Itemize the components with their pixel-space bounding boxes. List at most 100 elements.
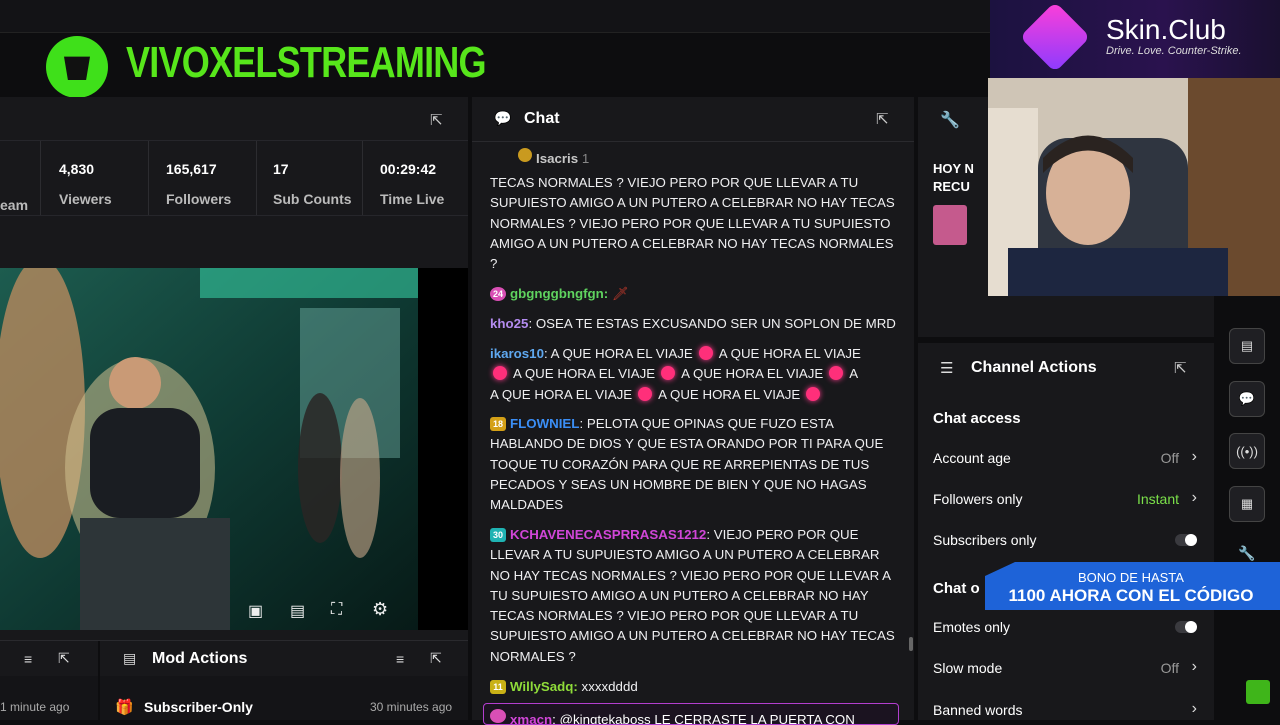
sub-count-label: Sub Counts bbox=[273, 191, 352, 207]
chat-message: 30 KCHAVENECASPRRASAS1212: VIEJO PERO POR… bbox=[490, 525, 900, 667]
chat-message: 18 FLOWNIEL: PELOTA QUE OPINAS QUE FUZO E… bbox=[490, 414, 900, 515]
slow-mode-row[interactable]: Slow mode Off › bbox=[933, 658, 1201, 676]
chat-bubble-icon[interactable]: 💬 bbox=[1229, 381, 1265, 417]
sub-badge: 18 bbox=[490, 417, 506, 431]
chevron-right-icon: › bbox=[1191, 489, 1197, 506]
sponsor-banner: Skin.Club Drive. Love. Counter-Strike. bbox=[990, 0, 1280, 78]
row-value: Off bbox=[1160, 450, 1179, 466]
skinclub-logo-icon bbox=[1019, 1, 1091, 73]
chat-text: : @kingtekaboss LE CERRASTE LA PUERTA CO… bbox=[552, 712, 855, 725]
row-value: Instant bbox=[1136, 491, 1179, 507]
webcam-feed bbox=[988, 78, 1280, 296]
promo-line2: 1100 AHORA CON EL CÓDIGO bbox=[1008, 586, 1254, 605]
chat-access-heading: Chat access bbox=[933, 410, 1021, 427]
sub-badge: 11 bbox=[490, 680, 506, 694]
fire-emote-icon bbox=[698, 346, 713, 360]
popout-icon[interactable]: ⇱ bbox=[1174, 359, 1187, 377]
stream-stats: eam 4,830 Viewers 165,617 Followers 17 S… bbox=[0, 140, 468, 216]
wrench-icon[interactable]: 🔧 bbox=[940, 110, 960, 130]
wrench-icon[interactable]: 🔧 bbox=[1238, 545, 1255, 562]
emotes-only-toggle[interactable] bbox=[1175, 621, 1197, 633]
settings-icon[interactable]: ⚙ bbox=[372, 599, 388, 620]
fire-emote-icon bbox=[638, 386, 653, 401]
chevron-right-icon: › bbox=[1191, 700, 1197, 717]
row-label: Subscribers only bbox=[933, 532, 1037, 548]
row-value: Off bbox=[1160, 660, 1179, 676]
chat-message: kho25: OSEA TE ESTAS EXCUSANDO SER UN SO… bbox=[490, 314, 900, 334]
chat-scrollbar[interactable] bbox=[909, 637, 913, 651]
promo-overlay: BONO DE HASTA 1100 AHORA CON EL CÓDIGO bbox=[985, 562, 1280, 610]
row-label: Slow mode bbox=[933, 660, 1003, 676]
time-live-value: 00:29:42 bbox=[380, 161, 437, 177]
channel-actions-title: Channel Actions bbox=[971, 359, 1097, 376]
mod-actions-title: Mod Actions bbox=[152, 650, 248, 667]
chat-icon: 💬 bbox=[494, 110, 512, 126]
chat-username[interactable]: KCHAVENECASPRRASAS1212 bbox=[510, 527, 706, 542]
sliders-icon: ☰ bbox=[940, 360, 954, 377]
filter-icon[interactable]: ≡ bbox=[24, 651, 32, 667]
fullscreen-icon[interactable]: ⛶ bbox=[331, 601, 342, 619]
chat-username[interactable]: kho25 bbox=[490, 316, 528, 331]
row-label: Account age bbox=[933, 450, 1011, 466]
chat-username[interactable]: xmacn bbox=[510, 712, 552, 724]
video-side-bar bbox=[418, 268, 468, 630]
followers-only-row[interactable]: Followers only Instant › bbox=[933, 489, 1201, 507]
fire-emote-icon bbox=[829, 366, 844, 381]
theatre-icon[interactable]: ▤ bbox=[290, 601, 305, 621]
subscribers-only-toggle[interactable] bbox=[1175, 534, 1197, 546]
chat-text: : OSEA TE ESTAS EXCUSANDO SER UN SOPLON … bbox=[528, 316, 896, 331]
filter-icon[interactable]: ≡ bbox=[396, 651, 404, 667]
subscribers-only-row: Subscribers only bbox=[933, 532, 1201, 548]
chat-username[interactable]: Isacris bbox=[536, 151, 578, 166]
pip-icon[interactable]: ▣ bbox=[248, 601, 263, 621]
popout-icon[interactable]: ⇱ bbox=[430, 650, 442, 667]
followers-label: Followers bbox=[166, 191, 232, 207]
gift-icon: 🎁 bbox=[115, 699, 134, 716]
sub-badge: 24 bbox=[490, 287, 506, 301]
account-age-row[interactable]: Account age Off › bbox=[933, 448, 1201, 466]
channel-logo bbox=[46, 36, 108, 98]
mod-action-time: 1 minute ago bbox=[0, 700, 70, 714]
chevron-right-icon: › bbox=[1191, 448, 1197, 465]
popout-icon[interactable]: ⇱ bbox=[876, 110, 889, 128]
mod-actions-list: 1 minute ago 🎁 Subscriber-Only 30 minute… bbox=[0, 676, 468, 720]
broadcast-icon[interactable]: ((•)) bbox=[1229, 433, 1265, 469]
partial-text: RECU bbox=[933, 179, 970, 194]
layout-icon[interactable]: ▦ bbox=[1229, 486, 1265, 522]
followers-count: 165,617 bbox=[166, 161, 217, 177]
sponsor-tagline: Drive. Love. Counter-Strike. bbox=[1106, 45, 1242, 57]
chat-title: Chat bbox=[524, 110, 560, 127]
top-strip bbox=[0, 0, 990, 33]
app-logo-icon[interactable] bbox=[1246, 680, 1270, 704]
emotes-only-row: Emotes only bbox=[933, 619, 1201, 635]
stat-label-cut: eam bbox=[0, 197, 29, 213]
chat-username[interactable]: gbgnggbngfgn: bbox=[510, 286, 608, 301]
fire-emote-icon bbox=[806, 386, 821, 401]
mod-action-item[interactable]: Subscriber-Only bbox=[144, 699, 253, 715]
row-label: Emotes only bbox=[933, 619, 1011, 635]
sponsor-name: Skin.Club bbox=[1106, 14, 1226, 45]
chat-username[interactable]: ikaros10 bbox=[490, 346, 544, 361]
knife-emote-icon: 🗡 bbox=[611, 286, 629, 301]
chat-message: 24 gbgnggbngfgn: 🗡 bbox=[490, 284, 900, 304]
banned-words-row[interactable]: Banned words › bbox=[933, 700, 1201, 718]
time-live-label: Time Live bbox=[380, 191, 445, 207]
mod-action-time: 30 minutes ago bbox=[370, 700, 453, 714]
popout-icon[interactable]: ⇱ bbox=[58, 650, 70, 667]
popout-icon[interactable]: ⇱ bbox=[430, 111, 443, 129]
chat-text: xxxxdddd bbox=[577, 679, 638, 694]
channel-title: VIVOXELSTREAMING bbox=[126, 38, 487, 87]
stream-preview[interactable]: ▣ ▤ ⛶ ⚙ bbox=[0, 268, 418, 630]
chat-message: 11 WillySadq: xxxxdddd bbox=[490, 677, 900, 697]
chat-username[interactable]: WillySadq: bbox=[510, 679, 578, 694]
notes-icon[interactable]: ▤ bbox=[1229, 328, 1265, 364]
sub-badge: 30 bbox=[490, 528, 506, 542]
mod-actions-header: ≡ ⇱ ▤ Mod Actions ≡ ⇱ bbox=[0, 640, 468, 677]
viewers-label: Viewers bbox=[59, 191, 112, 207]
viewers-count: 4,830 bbox=[59, 161, 95, 177]
sub-count: 17 bbox=[273, 161, 289, 177]
fire-emote-icon bbox=[493, 366, 507, 381]
mod-actions-icon: ▤ bbox=[123, 650, 137, 666]
chat-username[interactable]: FLOWNIEL bbox=[510, 416, 579, 431]
promo-line1: BONO DE HASTA bbox=[1078, 570, 1184, 585]
